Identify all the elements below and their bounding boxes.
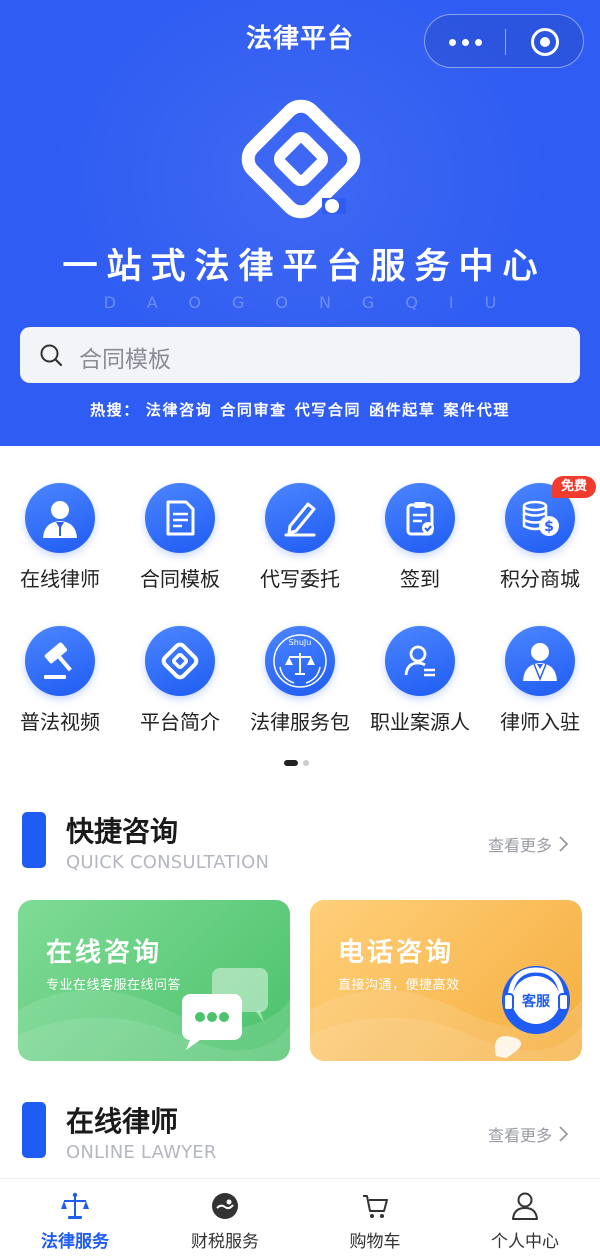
phone-consult-card[interactable]: 电话咨询 直接沟通，便捷高效 客服 [310,900,582,1061]
grid-item-label: 在线律师 [20,567,100,591]
grid-item-label: 签到 [400,567,440,591]
page-dot-active [284,760,298,766]
more-menu-icon[interactable] [425,15,505,69]
view-more-lawyer[interactable]: 查看更多 [488,1122,569,1146]
customer-service-label: 客服 [522,994,550,1010]
grid-item-label: 普法视频 [20,710,100,734]
section-subtitle-lawyer: ONLINE LAWYER [66,1142,217,1163]
justice-seal-icon: ShuJu [265,626,335,696]
miniprogram-capsule [424,14,584,68]
hot-search-row: 热搜： 法律咨询 合同审查 代写合同 函件起草 案件代理 [0,399,600,420]
hot-search-item[interactable]: 函件起草 [369,401,435,419]
view-more-label: 查看更多 [488,836,553,855]
view-more-quick[interactable]: 查看更多 [488,832,569,856]
gavel-icon [25,626,95,696]
tab-profile[interactable]: 个人中心 [450,1179,600,1259]
clipboard-check-icon [385,483,455,553]
search-icon [40,344,63,367]
scales-icon [61,1192,89,1219]
card-description: 专业在线客服在线问答 [46,978,182,993]
online-consult-card[interactable]: 在线咨询 专业在线客服在线问答 [18,900,290,1061]
grid-item-label: 代写委托 [260,567,340,591]
grid-item-label: 积分商城 [500,567,580,591]
tab-label: 法律服务 [41,1232,109,1252]
lawyer-join-icon [505,626,575,696]
chevron-right-icon [559,1126,569,1142]
chat-bubble-icon [182,968,268,1050]
finance-icon [212,1193,238,1219]
hot-search-label: 热搜： [90,401,140,419]
grid-item-label: 平台简介 [140,710,220,734]
document-icon [145,483,215,553]
platform-logo-icon [145,626,215,696]
hot-search-item[interactable]: 代写合同 [295,401,361,419]
seal-text: ShuJu [288,638,312,647]
tab-label: 财税服务 [191,1232,259,1252]
tab-label: 购物车 [349,1232,401,1252]
svg-text:$: $ [544,519,554,535]
bottom-tab-bar: 法律服务 财税服务 购物车 个人中心 [0,1178,600,1259]
view-more-label: 查看更多 [488,1126,553,1145]
hot-search-item[interactable]: 合同审查 [220,401,286,419]
tab-legal-service[interactable]: 法律服务 [0,1179,150,1259]
tab-finance-service[interactable]: 财税服务 [150,1179,300,1259]
section-title-quick: 快捷咨询 [66,815,179,848]
grid-item-label: 合同模板 [140,567,220,591]
card-title: 电话咨询 [338,938,455,968]
tab-cart[interactable]: 购物车 [300,1179,450,1259]
platform-logo-icon [241,99,361,219]
section-accent-bar [22,812,46,868]
card-title: 在线咨询 [46,938,163,968]
search-placeholder: 合同模板 [79,347,171,373]
user-icon [512,1192,538,1220]
hot-search-item[interactable]: 法律咨询 [146,401,212,419]
page-dot [303,760,309,766]
search-bar[interactable]: 合同模板 [20,327,580,383]
section-accent-bar [22,1102,46,1158]
person-list-icon [385,626,455,696]
slogan-english: DAOGONGQIU [103,293,528,312]
cart-icon [363,1195,388,1218]
hot-search-item[interactable]: 案件代理 [444,401,510,419]
header-banner: 法律平台 一站式法律平台服务中心 DAOGONGQIU 合同模板 热搜： 法律咨询… [0,0,600,446]
lawyer-avatar-icon [25,483,95,553]
grid-page-indicator[interactable] [284,760,314,766]
section-subtitle-quick: QUICK CONSULTATION [66,852,270,873]
pen-icon [265,483,335,553]
close-miniprogram-icon[interactable] [505,15,585,69]
card-description: 直接沟通，便捷高效 [338,978,460,993]
free-badge: 免费 [552,476,596,498]
slogan: 一站式法律平台服务中心 [62,247,547,287]
section-title-lawyer: 在线律师 [66,1105,179,1138]
grid-item-label: 职业案源人 [370,710,470,734]
chevron-right-icon [559,836,569,852]
grid-item-label: 法律服务包 [250,710,350,734]
tab-label: 个人中心 [491,1232,559,1252]
grid-item-label: 律师入驻 [500,710,580,734]
